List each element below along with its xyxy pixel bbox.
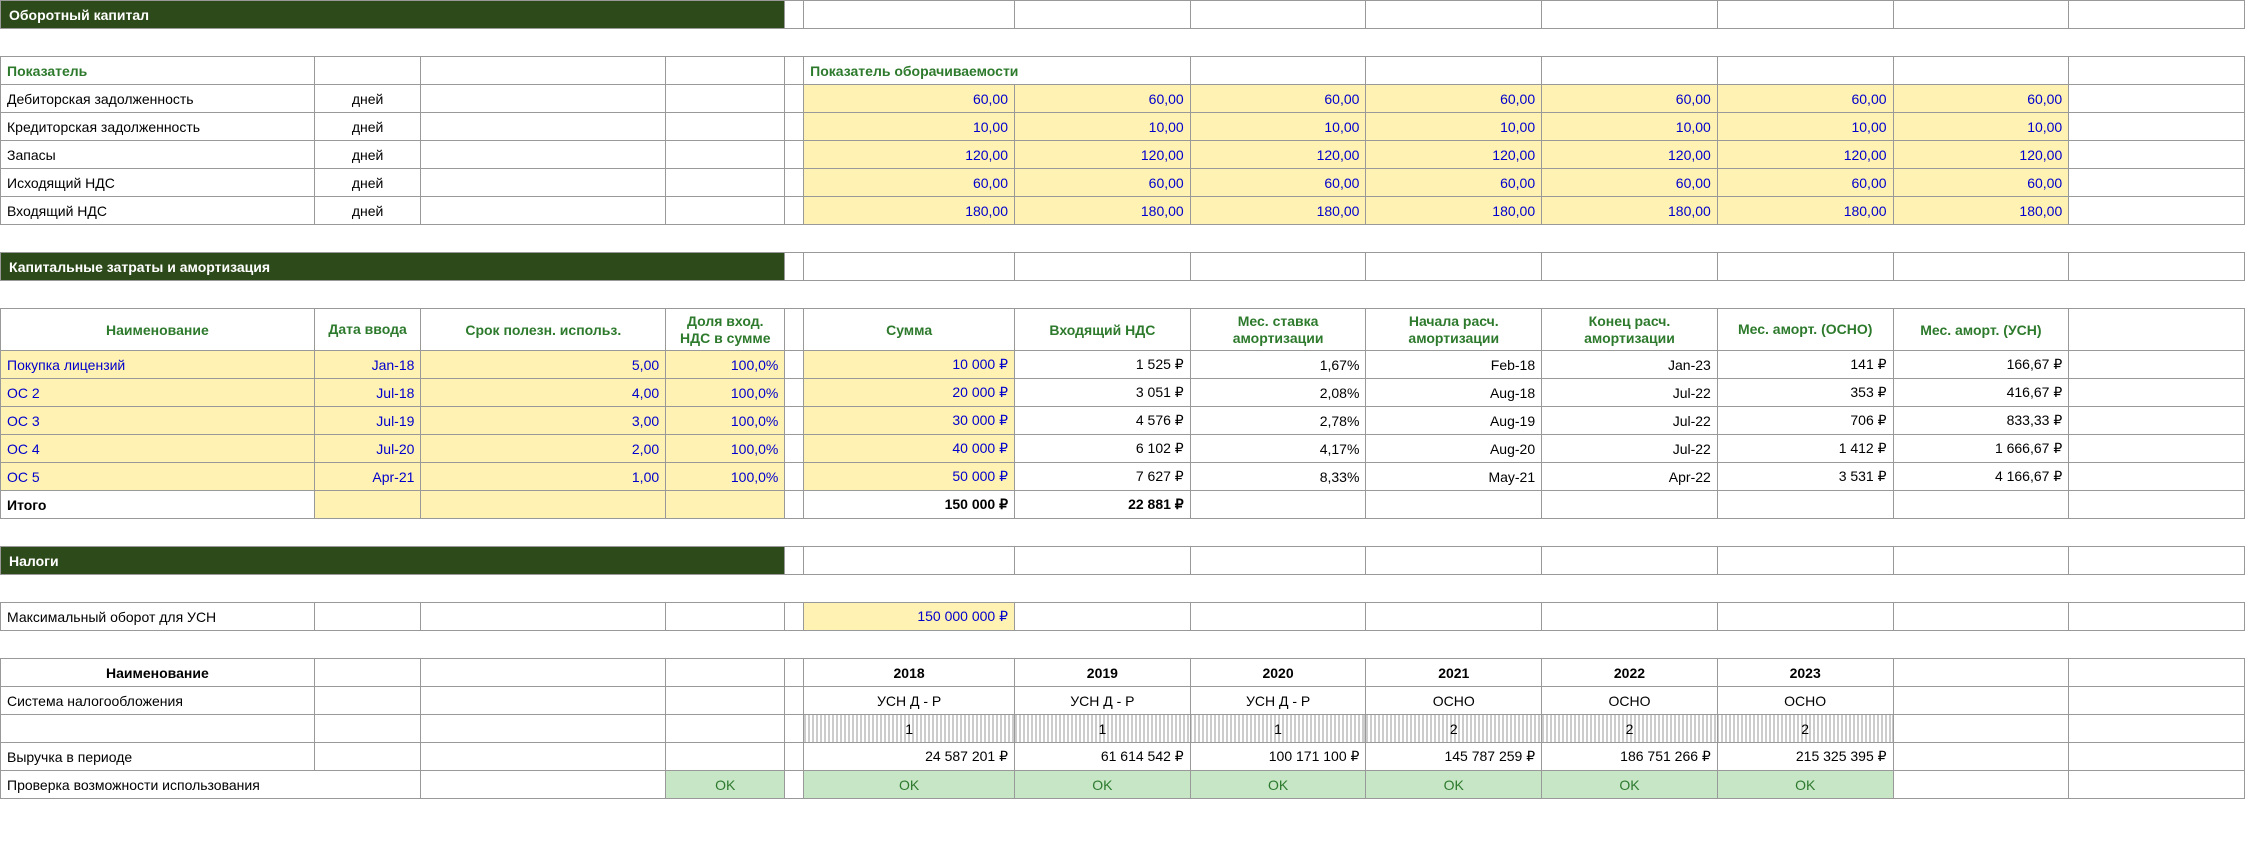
capex-row[interactable]: ОС 2 Jul-18 4,00 100,0% 20 000 ₽ 3 051 ₽… <box>1 379 2245 407</box>
wc-row[interactable]: Кредиторская задолженность дней 10,00 10… <box>1 113 2245 141</box>
capex-row[interactable]: ОС 4 Jul-20 2,00 100,0% 40 000 ₽ 6 102 ₽… <box>1 435 2245 463</box>
spreadsheet-table[interactable]: Оборотный капитал Показатель Показатель … <box>0 0 2245 799</box>
wc-row[interactable]: Входящий НДС дней 180,00 180,00 180,00 1… <box>1 197 2245 225</box>
section-header-row: Капитальные затраты и амортизация <box>1 253 2245 281</box>
max-usn-row[interactable]: Максимальный оборот для УСН 150 000 000 … <box>1 603 2245 631</box>
tax-system-row[interactable]: Система налогообложения УСН Д - Р УСН Д … <box>1 687 2245 715</box>
turnover-header: Показатель оборачиваемости <box>804 57 1191 85</box>
wc-header-row: Показатель Показатель оборачиваемости <box>1 57 2245 85</box>
section-header-row: Налоги <box>1 547 2245 575</box>
section-working-capital: Оборотный капитал <box>1 1 785 29</box>
tax-revenue-row[interactable]: Выручка в периоде 24 587 201 ₽ 61 614 54… <box>1 743 2245 771</box>
section-taxes: Налоги <box>1 547 785 575</box>
tax-hatched-row: 1 1 1 2 2 2 <box>1 715 2245 743</box>
wc-row[interactable]: Запасы дней 120,00 120,00 120,00 120,00 … <box>1 141 2245 169</box>
tax-check-row[interactable]: Проверка возможности использования OK OK… <box>1 771 2245 799</box>
capex-total-row[interactable]: Итого 150 000 ₽ 22 881 ₽ <box>1 491 2245 519</box>
capex-header-row: Наименование Дата ввода Срок полезн. исп… <box>1 309 2245 351</box>
section-capex: Капитальные затраты и амортизация <box>1 253 785 281</box>
indicator-header: Показатель <box>1 57 315 85</box>
tax-years-row: Наименование 2018 2019 2020 2021 2022 20… <box>1 659 2245 687</box>
wc-row[interactable]: Исходящий НДС дней 60,00 60,00 60,00 60,… <box>1 169 2245 197</box>
section-header-row: Оборотный капитал <box>1 1 2245 29</box>
capex-row[interactable]: Покупка лицензий Jan-18 5,00 100,0% 10 0… <box>1 351 2245 379</box>
wc-row[interactable]: Дебиторская задолженность дней 60,00 60,… <box>1 85 2245 113</box>
capex-row[interactable]: ОС 5 Apr-21 1,00 100,0% 50 000 ₽ 7 627 ₽… <box>1 463 2245 491</box>
capex-row[interactable]: ОС 3 Jul-19 3,00 100,0% 30 000 ₽ 4 576 ₽… <box>1 407 2245 435</box>
